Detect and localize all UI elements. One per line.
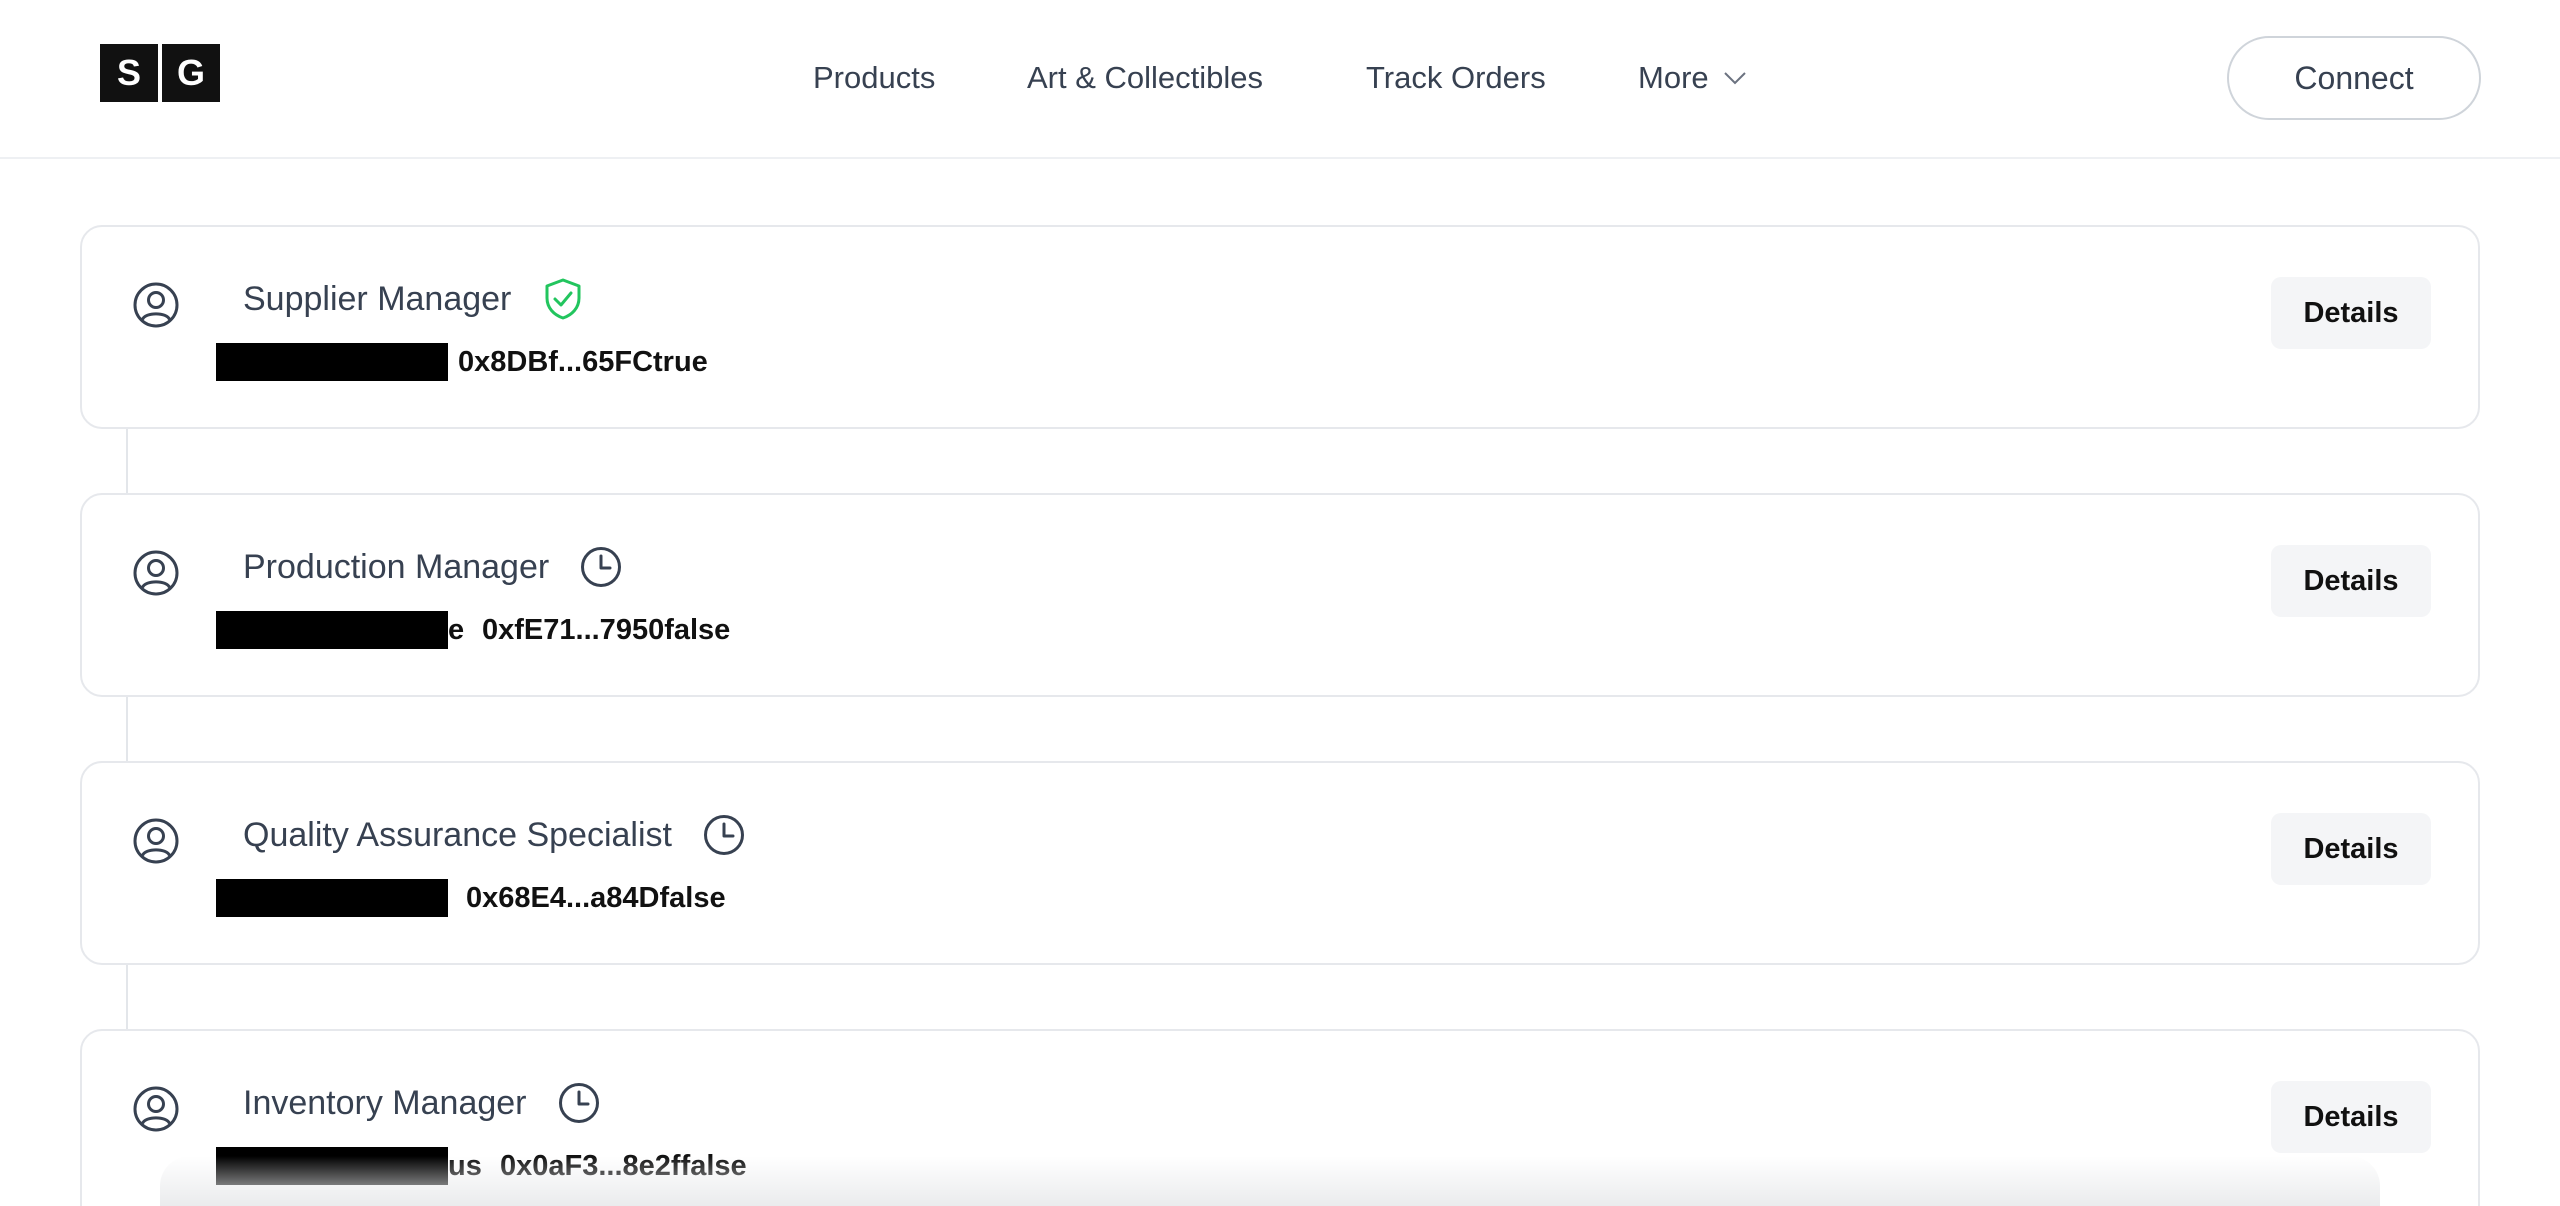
logo-letter-s: S <box>100 44 158 102</box>
nav-track-orders[interactable]: Track Orders <box>1366 56 1546 100</box>
nav-more-label: More <box>1638 60 1709 95</box>
logo-letter-g: G <box>162 44 220 102</box>
details-button[interactable]: Details <box>2271 813 2431 885</box>
role-title-row: Supplier Manager <box>243 273 585 325</box>
nav-track-orders-label: Track Orders <box>1366 60 1546 95</box>
role-title-row: Inventory Manager <box>243 1077 601 1129</box>
nav-art-collectibles[interactable]: Art & Collectibles <box>1027 56 1263 100</box>
nav-art-collectibles-label: Art & Collectibles <box>1027 60 1264 95</box>
role-title-row: Quality Assurance Specialist <box>243 809 746 861</box>
clock-icon <box>558 1083 599 1123</box>
clock-icon <box>581 547 622 587</box>
role-title: Production Manager <box>243 547 550 586</box>
wallet-address: 0x8DBf...65FCtrue <box>458 345 708 378</box>
nav-products[interactable]: Products <box>813 56 935 100</box>
redacted-text-tail: us <box>448 1149 482 1182</box>
redacted-text-tail: e <box>448 613 465 646</box>
nav-products-label: Products <box>813 60 936 95</box>
role-card-quality-assurance-specialist: Quality Assurance Specialist 0x68E4...a8… <box>80 761 2480 965</box>
role-title: Quality Assurance Specialist <box>243 815 672 854</box>
role-card-production-manager: Production Manager e 0xfE71...7950false … <box>80 493 2480 697</box>
role-card-supplier-manager: Supplier Manager 0x8DBf...65FCtrue Detai… <box>80 225 2480 429</box>
connect-wallet-button[interactable]: Connect <box>2227 36 2481 120</box>
clock-icon <box>703 815 744 855</box>
role-title: Inventory Manager <box>243 1083 527 1122</box>
redacted-block <box>216 343 448 381</box>
user-circle-icon <box>133 1086 179 1132</box>
wallet-address: 0x68E4...a84Dfalse <box>466 881 726 914</box>
verified-shield-icon <box>545 278 581 320</box>
top-navigation-bar: S G Products Art & Collectibles Track Or… <box>0 0 2560 159</box>
details-button[interactable]: Details <box>2271 1081 2431 1153</box>
roles-page: S G Products Art & Collectibles Track Or… <box>0 0 2560 1206</box>
redacted-block: us <box>216 1147 482 1185</box>
user-circle-icon <box>133 818 179 864</box>
role-title-row: Production Manager <box>243 541 623 593</box>
wallet-address: 0x0aF3...8e2ffalse <box>500 1149 747 1182</box>
wallet-address: 0xfE71...7950false <box>482 613 731 646</box>
role-address-row: e 0xfE71...7950false <box>216 611 730 649</box>
role-address-row: 0x68E4...a84Dfalse <box>216 879 726 917</box>
user-circle-icon <box>133 550 179 596</box>
main-nav: Products Art & Collectibles Track Orders… <box>0 0 2560 156</box>
details-button[interactable]: Details <box>2271 545 2431 617</box>
role-title: Supplier Manager <box>243 279 512 318</box>
logo[interactable]: S G <box>100 44 220 102</box>
chevron-down-icon <box>1723 72 1746 85</box>
role-card-inventory-manager: Inventory Manager us 0x0aF3...8e2ffalse … <box>80 1029 2480 1206</box>
role-address-row: us 0x0aF3...8e2ffalse <box>216 1147 747 1185</box>
nav-more-dropdown[interactable]: More <box>1638 56 1747 100</box>
details-button[interactable]: Details <box>2271 277 2431 349</box>
role-address-row: 0x8DBf...65FCtrue <box>216 343 708 381</box>
redacted-block <box>216 879 448 917</box>
redacted-block: e <box>216 611 464 649</box>
user-circle-icon <box>133 282 179 328</box>
